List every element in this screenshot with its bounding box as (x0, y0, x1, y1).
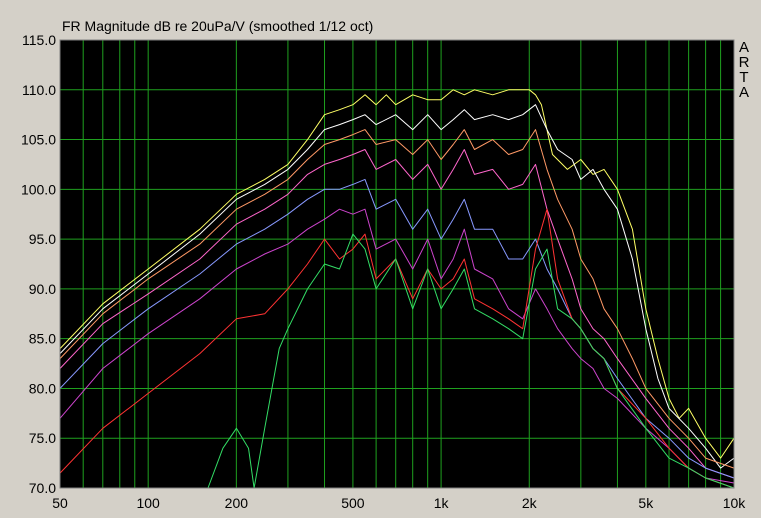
x-tick-label: 10k (723, 495, 747, 511)
y-tick-label: 80.0 (29, 380, 56, 396)
x-tick-label: 1k (434, 495, 450, 511)
y-tick-label: 75.0 (29, 430, 56, 446)
x-tick-label: 200 (225, 495, 249, 511)
y-tick-label: 105.0 (21, 132, 56, 148)
y-tick-label: 115.0 (22, 32, 56, 48)
y-tick-label: 110.0 (22, 82, 56, 98)
x-axis-ticks: 50 100 200 500 1k 2k 5k 10k (52, 495, 746, 511)
arta-window: FR Magnitude dB re 20uPa/V (smoothed 1/1… (0, 0, 761, 518)
frequency-response-plot[interactable]: 70.0 75.0 80.0 85.0 90.0 95.0 100.0 105.0 110.0 1… (0, 0, 761, 518)
y-tick-label: 70.0 (29, 480, 56, 496)
x-tick-label: 500 (341, 495, 365, 511)
y-axis-ticks: 70.0 75.0 80.0 85.0 90.0 95.0 100.0 105.0 110.0 1… (21, 32, 56, 496)
y-tick-label: 100.0 (21, 181, 56, 197)
x-tick-label: 50 (52, 495, 68, 511)
x-tick-label: 100 (136, 495, 160, 511)
x-tick-label: 5k (638, 495, 654, 511)
y-tick-label: 90.0 (29, 281, 56, 297)
y-tick-label: 95.0 (29, 231, 56, 247)
y-tick-label: 85.0 (29, 331, 56, 347)
x-tick-label: 2k (522, 495, 538, 511)
